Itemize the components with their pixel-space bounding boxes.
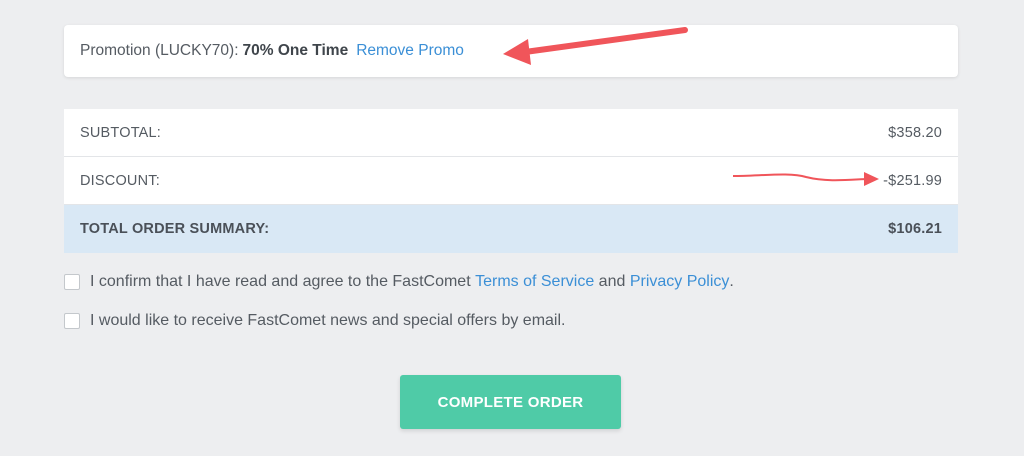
terms-and-text: and — [594, 273, 630, 290]
terms-agreement: I confirm that I have read and agree to … — [64, 273, 734, 291]
subtotal-value: $358.20 — [888, 124, 942, 141]
promo-box: Promotion (LUCKY70): 70% One Time Remove… — [64, 25, 958, 77]
terms-checkbox[interactable] — [64, 274, 80, 290]
newsletter-checkbox[interactable] — [64, 313, 80, 329]
subtotal-row: SUBTOTAL: $358.20 — [64, 109, 958, 157]
total-label: TOTAL ORDER SUMMARY: — [80, 221, 270, 237]
order-summary-table: SUBTOTAL: $358.20 DISCOUNT: -$251.99 TOT… — [64, 109, 958, 253]
promo-detail: 70% One Time — [242, 42, 349, 59]
terms-of-service-link[interactable]: Terms of Service — [475, 273, 594, 291]
subtotal-label: SUBTOTAL: — [80, 124, 162, 141]
discount-label: DISCOUNT: — [80, 172, 160, 189]
promo-label: Promotion (LUCKY70): — [80, 42, 239, 59]
total-row: TOTAL ORDER SUMMARY: $106.21 — [64, 205, 958, 253]
terms-prefix-text: I confirm that I have read and agree to … — [90, 273, 476, 290]
newsletter-text: I would like to receive FastComet news a… — [90, 312, 566, 329]
privacy-policy-link[interactable]: Privacy Policy — [630, 273, 730, 291]
discount-row: DISCOUNT: -$251.99 — [64, 157, 958, 205]
terms-suffix-text: . — [729, 273, 734, 290]
complete-order-button[interactable]: COMPLETE ORDER — [400, 375, 621, 429]
newsletter-agreement: I would like to receive FastComet news a… — [64, 312, 565, 330]
total-value: $106.21 — [888, 221, 942, 237]
remove-promo-link[interactable]: Remove Promo — [356, 42, 464, 60]
discount-value: -$251.99 — [883, 172, 942, 189]
